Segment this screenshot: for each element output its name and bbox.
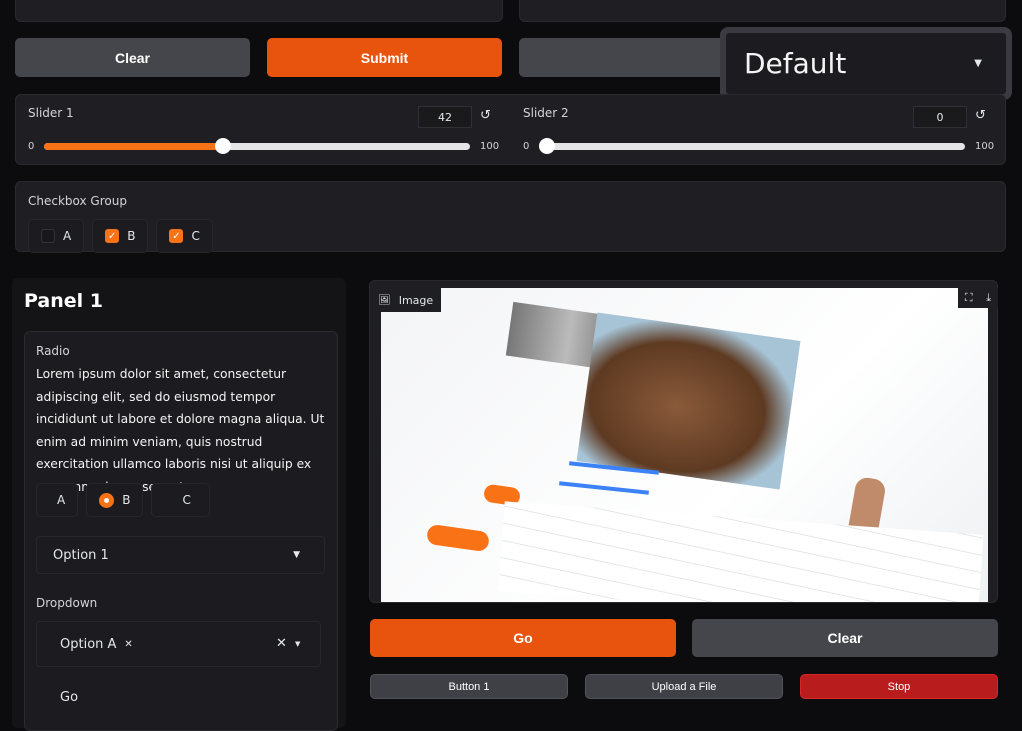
radio-options: A B C: [36, 483, 210, 517]
check-icon: ✓: [169, 229, 184, 243]
option-select[interactable]: Option 1 ▼: [36, 536, 325, 574]
image-toolbar: ⛶ ⤓: [958, 288, 998, 308]
reset-icon[interactable]: ↺: [480, 108, 491, 123]
checkbox-label: B: [127, 229, 136, 243]
close-icon[interactable]: ✕: [124, 639, 132, 650]
checkbox-label: C: [191, 229, 200, 243]
checkbox-a[interactable]: A: [28, 219, 85, 253]
dropdown-label: Dropdown: [36, 596, 98, 610]
radio-label-b: B: [122, 493, 131, 507]
chevron-down-icon: ▼: [974, 58, 982, 69]
slider2[interactable]: [539, 138, 965, 154]
slider2-max: 100: [975, 141, 995, 152]
button-1[interactable]: Button 1: [370, 674, 568, 699]
slider1-number-input[interactable]: 42: [418, 106, 472, 128]
slider1-max: 100: [480, 141, 500, 152]
theme-dropdown-value: Default: [744, 47, 847, 80]
slider1[interactable]: [44, 138, 470, 154]
slider2-min: 0: [523, 141, 530, 152]
fullscreen-icon[interactable]: ⛶: [965, 291, 973, 305]
slider1-min: 0: [28, 141, 35, 152]
dropdown-chip: Option A ✕: [60, 637, 133, 652]
slider2-number-input[interactable]: 0: [913, 106, 967, 128]
theme-dropdown[interactable]: Default ▼: [720, 27, 1012, 100]
top-block-right: [519, 0, 1006, 22]
image-label: 🖼 Image: [370, 288, 442, 312]
radio-selected-icon: [99, 492, 115, 508]
radio-c[interactable]: C: [151, 483, 210, 517]
slider1-label: Slider 1: [28, 106, 74, 120]
slider1-thumb[interactable]: [214, 138, 231, 154]
chevron-down-icon[interactable]: ▼: [295, 640, 300, 648]
check-icon: ✓: [105, 229, 120, 243]
checkbox-list: A ✓ B ✓ C: [28, 219, 213, 253]
checkbox-c[interactable]: ✓ C: [156, 219, 213, 253]
option-select-value: Option 1: [53, 547, 109, 563]
clear-button[interactable]: Clear: [15, 38, 250, 77]
go-button[interactable]: Go: [370, 619, 676, 657]
submit-button[interactable]: Submit: [267, 38, 502, 77]
panel-title: Panel 1: [24, 290, 103, 312]
upload-button[interactable]: Upload a File: [585, 674, 783, 699]
clear-image-button[interactable]: Clear: [692, 619, 998, 657]
checkbox-icon: [41, 229, 55, 243]
go-text[interactable]: Go: [60, 690, 78, 705]
slider2-thumb[interactable]: [539, 138, 555, 154]
radio-a[interactable]: A: [36, 483, 79, 517]
chevron-down-icon: ▼: [293, 550, 300, 560]
slider1-fill: [44, 143, 223, 150]
reset-icon[interactable]: ↺: [975, 108, 986, 123]
checkbox-group-label: Checkbox Group: [28, 194, 127, 208]
dropdown-chip-label: Option A: [60, 637, 117, 652]
groot-photo: [576, 312, 801, 490]
radio-label: Radio: [36, 344, 70, 358]
slider2-label: Slider 2: [523, 106, 569, 120]
radio-label-a: A: [57, 493, 66, 507]
chat-bubble: [425, 523, 491, 553]
radio-info: Lorem ipsum dolor sit amet, consectetur …: [36, 367, 325, 494]
checkbox-label: A: [63, 229, 72, 243]
checkbox-b[interactable]: ✓ B: [92, 219, 149, 253]
radio-label-c: C: [182, 493, 191, 507]
image-content: [381, 288, 988, 602]
table-mock: [498, 501, 984, 602]
slider-mock: [559, 481, 649, 495]
radio-b[interactable]: B: [86, 483, 144, 517]
download-icon[interactable]: ⤓: [986, 291, 991, 305]
image-label-text: Image: [398, 293, 434, 307]
clear-selection-icon[interactable]: ✕: [276, 636, 287, 651]
top-block-left: [15, 0, 503, 22]
stop-button[interactable]: Stop: [800, 674, 998, 699]
image-icon: 🖼: [378, 294, 391, 306]
sliders-block: [15, 94, 1006, 165]
